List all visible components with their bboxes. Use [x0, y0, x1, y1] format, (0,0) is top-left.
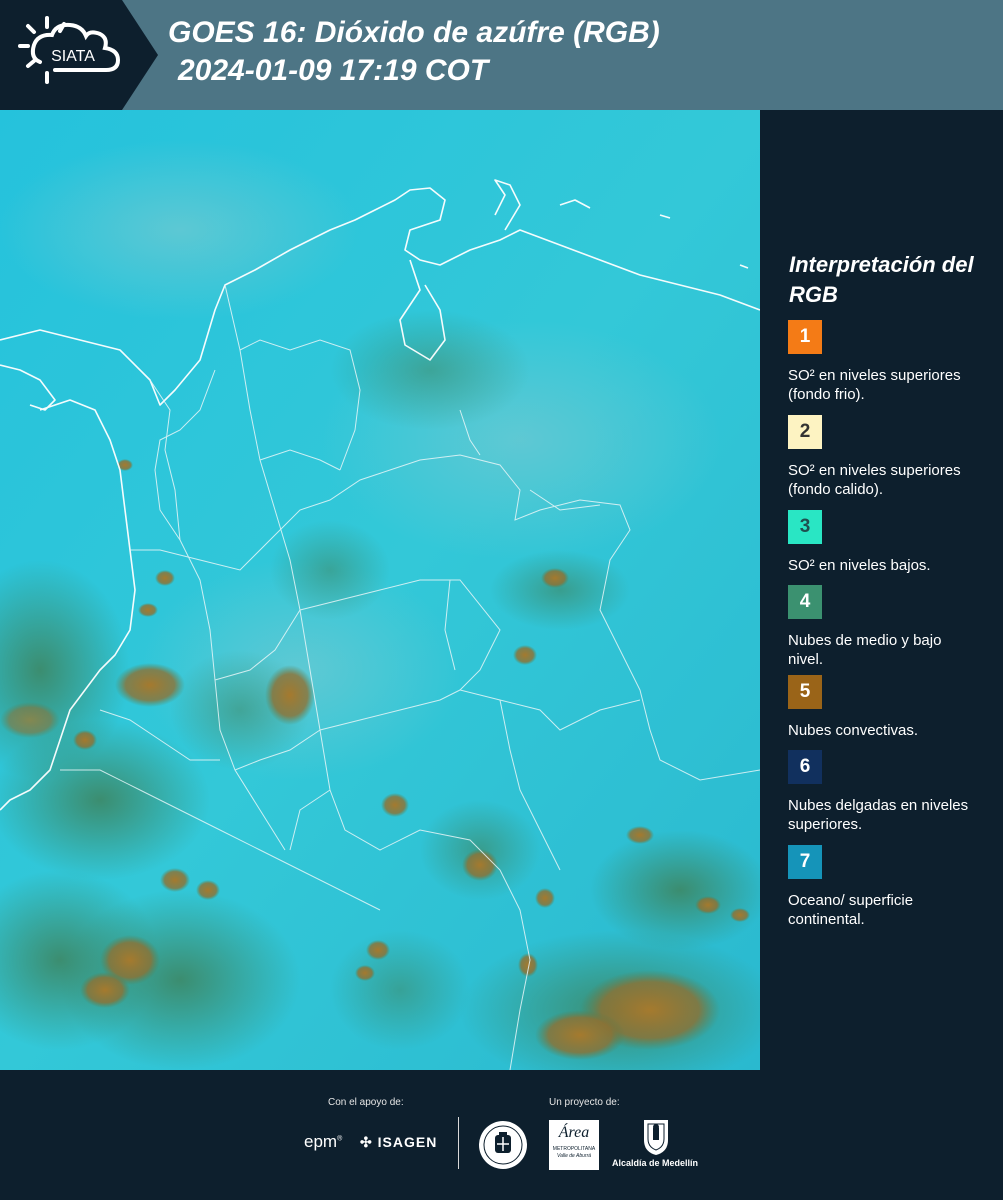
legend-item-4: 4 Nubes de medio y bajo nivel. [788, 585, 998, 669]
legend-item-1: 1 SO² en niveles superiores (fondo frio). [788, 320, 998, 404]
area-logo-sub: METROPOLITANA [552, 1146, 596, 1152]
alcaldia-label: Alcaldía de Medellín [612, 1158, 699, 1168]
legend-item-6: 6 Nubes delgadas en niveles superiores. [788, 750, 998, 834]
area-metropolitana-logo: Área METROPOLITANA Valle de Aburrá [549, 1120, 599, 1170]
satellite-image [0, 110, 760, 1070]
area-logo-name: Área [558, 1124, 590, 1141]
legend-swatch: 5 [788, 675, 822, 709]
alcaldia-shield-icon [644, 1120, 668, 1155]
legend-panel: Interpretación del RGB 1 SO² en niveles s… [760, 110, 1003, 1070]
isagen-logo: ✣ ISAGEN [360, 1134, 437, 1151]
medellin-seal-icon [479, 1121, 527, 1169]
legend-label: SO² en niveles superiores (fondo frio). [788, 367, 961, 403]
satellite-map [0, 110, 760, 1070]
support-label: Con el apoyo de: [328, 1097, 404, 1108]
area-logo-sub2: Valle de Aburrá [556, 1153, 592, 1159]
legend-item-3: 3 SO² en niveles bajos. [788, 510, 998, 575]
legend-item-2: 2 SO² en niveles superiores (fondo calido… [788, 415, 998, 499]
header-bar: SIATA GOES 16: Dióxido de azúfre (RGB) 2… [0, 0, 1003, 110]
legend-swatch: 1 [788, 320, 822, 354]
project-label: Un proyecto de: [549, 1097, 620, 1108]
isagen-icon: ✣ [360, 1134, 373, 1150]
legend-item-5: 5 Nubes convectivas. [788, 675, 998, 740]
epm-logo-text: epm [304, 1132, 338, 1151]
page-title: GOES 16: Dióxido de azúfre (RGB) 2024-01… [168, 14, 660, 90]
legend-label: Nubes de medio y bajo nivel. [788, 632, 942, 668]
legend-swatch: 4 [788, 585, 822, 619]
legend-swatch: 6 [788, 750, 822, 784]
legend-swatch: 7 [788, 845, 822, 879]
siata-logo: SIATA [0, 0, 158, 110]
legend-label: Nubes convectivas. [788, 722, 919, 739]
legend-label: SO² en niveles bajos. [788, 557, 931, 574]
siata-logo-text: SIATA [51, 48, 95, 65]
isagen-logo-text: ISAGEN [377, 1134, 438, 1150]
epm-logo: epm® [304, 1132, 343, 1151]
legend-label: SO² en niveles superiores (fondo calido)… [788, 462, 961, 498]
footer-divider [458, 1117, 459, 1169]
title-line-2: 2024-01-09 17:19 COT [178, 54, 489, 87]
legend-title: Interpretación del RGB [789, 252, 974, 307]
legend-swatch: 2 [788, 415, 822, 449]
legend-label: Oceano/ superficie continental. [788, 892, 914, 928]
legend-label: Nubes delgadas en niveles superiores. [788, 797, 969, 833]
footer: Con el apoyo de: Un proyecto de: epm® ✣ … [0, 1070, 1003, 1200]
title-line-1: GOES 16: Dióxido de azúfre (RGB) [168, 16, 660, 49]
legend-item-7: 7 Oceano/ superficie continental. [788, 845, 998, 929]
legend-swatch: 3 [788, 510, 822, 544]
